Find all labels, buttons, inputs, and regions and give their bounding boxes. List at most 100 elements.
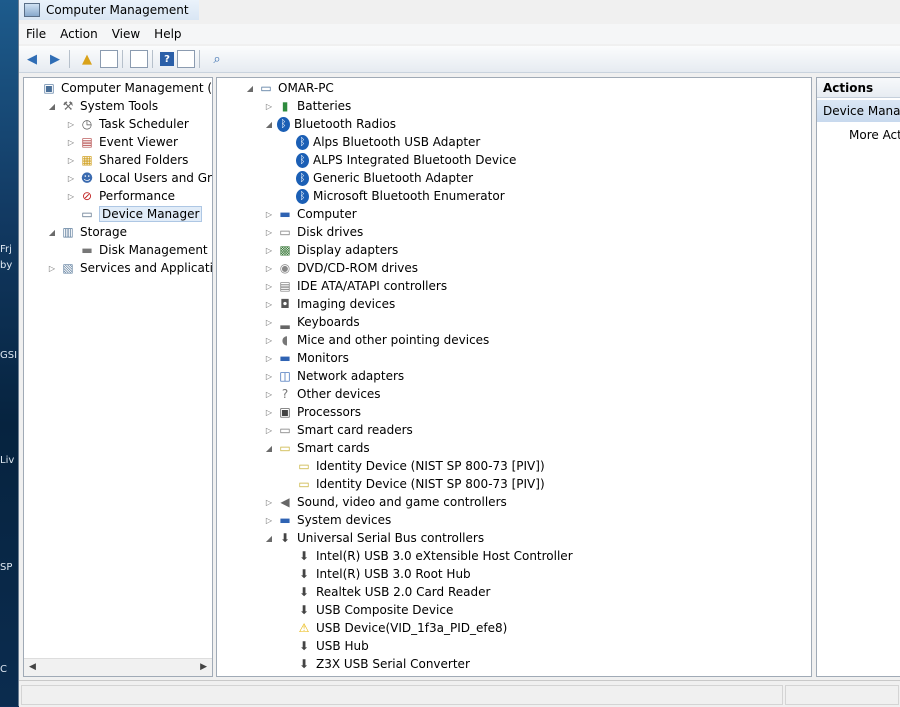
show-action-pane-icon[interactable] bbox=[177, 50, 195, 68]
tree-node[interactable]: ◢ ⬇ Universal Serial Bus controllers bbox=[264, 529, 484, 547]
tree-item-label: Intel(R) USB 3.0 eXtensible Host Control… bbox=[316, 549, 573, 563]
tree-node[interactable]: ▷ ▧ Services and Applications bbox=[47, 259, 213, 277]
expand-toggle-icon[interactable]: ▷ bbox=[66, 192, 76, 201]
expand-toggle-icon[interactable]: ▷ bbox=[264, 102, 274, 111]
tree-item-label: Services and Applications bbox=[80, 261, 213, 275]
collapse-toggle-icon[interactable]: ◢ bbox=[264, 444, 274, 453]
expand-toggle-icon[interactable]: ▷ bbox=[264, 426, 274, 435]
title-bar[interactable]: Computer Management bbox=[19, 0, 199, 20]
tree-node[interactable]: ▷ ◘ Imaging devices bbox=[264, 295, 395, 313]
collapse-toggle-icon[interactable]: ◢ bbox=[47, 228, 57, 237]
tree-leaf[interactable]: ▣ Computer Management (Local bbox=[28, 79, 212, 97]
tree-node[interactable]: ▷ ◷ Task Scheduler bbox=[66, 115, 189, 133]
expand-toggle-icon[interactable]: ▷ bbox=[264, 228, 274, 237]
expand-toggle-icon[interactable]: ▷ bbox=[264, 246, 274, 255]
show-hide-tree-icon[interactable] bbox=[100, 50, 118, 68]
services-icon: ▧ bbox=[62, 261, 74, 275]
tree-node[interactable]: ▷ ▬ System devices bbox=[264, 511, 391, 529]
expand-toggle-icon[interactable]: ▷ bbox=[264, 408, 274, 417]
expand-toggle-icon[interactable]: ▷ bbox=[66, 138, 76, 147]
expand-toggle-icon[interactable]: ▷ bbox=[264, 336, 274, 345]
tree-node[interactable]: ▷ ▬ Monitors bbox=[264, 349, 349, 367]
menu-action[interactable]: Action bbox=[53, 27, 105, 41]
tree-node[interactable]: ◢ ⚒ System Tools bbox=[47, 97, 158, 115]
tree-node[interactable]: ▷? Other devices bbox=[264, 385, 381, 403]
scroll-left-icon[interactable]: ◀ bbox=[29, 662, 36, 672]
tree-leaf[interactable]: ⬇ USB Hub bbox=[283, 637, 369, 655]
tree-node[interactable]: ◢ ▭ Smart cards bbox=[264, 439, 370, 457]
more-actions-link[interactable]: More Acti bbox=[849, 128, 900, 142]
up-folder-icon[interactable]: ▲ bbox=[77, 49, 97, 69]
tree-node[interactable]: ▷ ▭ Smart card readers bbox=[264, 421, 413, 439]
tree-node[interactable]: ▷ ◀ Sound, video and game controllers bbox=[264, 493, 507, 511]
desktop-fragment: by bbox=[0, 260, 13, 271]
tree-leaf[interactable]: ⬇ Z3X USB Serial Converter bbox=[283, 655, 470, 673]
collapse-toggle-icon[interactable]: ◢ bbox=[264, 534, 274, 543]
tree-node[interactable]: ▷ ◉ DVD/CD-ROM drives bbox=[264, 259, 418, 277]
desktop-fragment: C bbox=[0, 664, 7, 675]
scan-hardware-icon[interactable]: ⌕ bbox=[207, 49, 227, 69]
tree-leaf[interactable]: ▬ Disk Management bbox=[66, 241, 207, 259]
tree-node[interactable]: ▷ ▣ Processors bbox=[264, 403, 361, 421]
tree-leaf[interactable]: ᛒ Microsoft Bluetooth Enumerator bbox=[283, 187, 505, 205]
back-arrow-icon[interactable]: ◀ bbox=[22, 49, 42, 69]
tree-node[interactable]: ▷ ▩ Display adapters bbox=[264, 241, 398, 259]
forward-arrow-icon[interactable]: ▶ bbox=[45, 49, 65, 69]
tree-leaf[interactable]: ⬇ Realtek USB 2.0 Card Reader bbox=[283, 583, 490, 601]
scroll-right-icon[interactable]: ▶ bbox=[200, 662, 207, 672]
tree-node[interactable]: ▷ ▤ IDE ATA/ATAPI controllers bbox=[264, 277, 447, 295]
tree-leaf[interactable]: ᛒ ALPS Integrated Bluetooth Device bbox=[283, 151, 516, 169]
tree-node[interactable]: ▷ ▭ Disk drives bbox=[264, 223, 363, 241]
expand-toggle-icon[interactable]: ▷ bbox=[66, 120, 76, 129]
menu-help[interactable]: Help bbox=[147, 27, 188, 41]
expand-toggle-icon[interactable]: ▷ bbox=[264, 354, 274, 363]
tree-leaf[interactable]: ▭ Identity Device (NIST SP 800-73 [PIV]) bbox=[283, 475, 544, 493]
tree-node[interactable]: ▷ ▮ Batteries bbox=[264, 97, 351, 115]
navigation-tree-pane[interactable]: ▣ Computer Management (Local ◢ ⚒ System Tool… bbox=[23, 77, 213, 677]
tree-leaf[interactable]: ⬇ Intel(R) USB 3.0 Root Hub bbox=[283, 565, 471, 583]
tree-node[interactable]: ▷ ▂ Keyboards bbox=[264, 313, 360, 331]
collapse-toggle-icon[interactable]: ◢ bbox=[264, 120, 274, 129]
display-adapter-icon: ▩ bbox=[279, 243, 291, 257]
tree-node[interactable]: ▷ ◖ Mice and other pointing devices bbox=[264, 331, 489, 349]
expand-toggle-icon[interactable]: ▷ bbox=[66, 156, 76, 165]
device-tree-pane[interactable]: ◢ ▭ OMAR-PC ▷ ▮ Batteries ◢ ᛒ Bluetooth Radios ᛒ A… bbox=[216, 77, 812, 677]
tree-node[interactable]: ◢ ▭ OMAR-PC bbox=[245, 79, 334, 97]
status-cell bbox=[21, 685, 783, 705]
properties-icon[interactable] bbox=[130, 50, 148, 68]
tree-node[interactable]: ▷ ▬ Computer bbox=[264, 205, 357, 223]
expand-toggle-icon[interactable]: ▷ bbox=[264, 264, 274, 273]
tree-node[interactable]: ▷ ▦ Shared Folders bbox=[66, 151, 188, 169]
tree-node[interactable]: ▷ ◫ Network adapters bbox=[264, 367, 404, 385]
expand-toggle-icon[interactable]: ▷ bbox=[264, 372, 274, 381]
horizontal-scrollbar[interactable]: ◀ ▶ bbox=[24, 658, 212, 676]
expand-toggle-icon[interactable]: ▷ bbox=[66, 174, 76, 183]
tree-node[interactable]: ◢ ᛒ Bluetooth Radios bbox=[264, 115, 396, 133]
tree-leaf[interactable]: ⬇ Intel(R) USB 3.0 eXtensible Host Contro… bbox=[283, 547, 573, 565]
menu-file[interactable]: File bbox=[19, 27, 53, 41]
tree-leaf[interactable]: ▭ Identity Device (NIST SP 800-73 [PIV]) bbox=[283, 457, 544, 475]
actions-section-device-manager[interactable]: Device Manag bbox=[817, 100, 900, 122]
tree-item-label: Imaging devices bbox=[297, 297, 396, 311]
tree-node[interactable]: ▷ ▤ Event Viewer bbox=[66, 133, 178, 151]
tree-node[interactable]: ▷ ☻ Local Users and Groups bbox=[66, 169, 212, 187]
collapse-toggle-icon[interactable]: ◢ bbox=[245, 84, 255, 93]
tree-leaf[interactable]: ⚠ USB Device(VID_1f3a_PID_efe8) bbox=[283, 619, 508, 637]
expand-toggle-icon[interactable]: ▷ bbox=[264, 390, 274, 399]
menu-view[interactable]: View bbox=[105, 27, 147, 41]
expand-toggle-icon[interactable]: ▷ bbox=[264, 300, 274, 309]
expand-toggle-icon[interactable]: ▷ bbox=[264, 318, 274, 327]
expand-toggle-icon[interactable]: ▷ bbox=[264, 282, 274, 291]
collapse-toggle-icon[interactable]: ◢ bbox=[47, 102, 57, 111]
expand-toggle-icon[interactable]: ▷ bbox=[264, 516, 274, 525]
tree-leaf[interactable]: ▭ Device Manager bbox=[66, 205, 203, 223]
tree-node[interactable]: ▷ ⊘ Performance bbox=[66, 187, 175, 205]
tree-leaf[interactable]: ⬇ USB Composite Device bbox=[283, 601, 453, 619]
tree-leaf[interactable]: ᛒ Generic Bluetooth Adapter bbox=[283, 169, 473, 187]
expand-toggle-icon[interactable]: ▷ bbox=[264, 498, 274, 507]
expand-toggle-icon[interactable]: ▷ bbox=[264, 210, 274, 219]
expand-toggle-icon[interactable]: ▷ bbox=[47, 264, 57, 273]
help-icon[interactable]: ? bbox=[160, 52, 174, 66]
tree-leaf[interactable]: ᛒ Alps Bluetooth USB Adapter bbox=[283, 133, 480, 151]
tree-node[interactable]: ◢ ▥ Storage bbox=[47, 223, 127, 241]
